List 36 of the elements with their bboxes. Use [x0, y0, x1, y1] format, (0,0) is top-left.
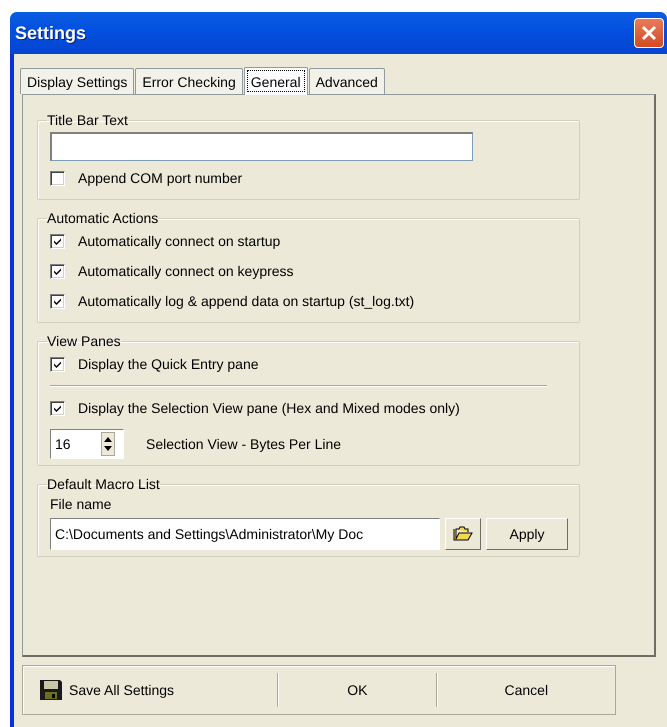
- spinner-label: Selection View - Bytes Per Line: [146, 436, 342, 452]
- folder-icon: [453, 526, 473, 542]
- dialog-button[interactable]: OK: [279, 673, 436, 707]
- group-title: Default Macro List: [47, 476, 160, 492]
- field-label: File name: [50, 496, 112, 512]
- dialog-button[interactable]: Save All Settings: [23, 673, 278, 707]
- file-path-field[interactable]: C:\Documents and Settings\Administrator\My Doc: [50, 518, 440, 550]
- tab[interactable]: Display Settings: [20, 68, 134, 94]
- group-title: Title Bar Text: [47, 112, 128, 128]
- checkbox-label[interactable]: Display the Quick Entry pane: [78, 356, 259, 372]
- checkbox[interactable]: [50, 234, 65, 248]
- checkbox-label[interactable]: Display the Selection View pane (Hex and Mixed modes only): [78, 400, 460, 416]
- checkbox-label[interactable]: Automatically connect on startup: [78, 233, 280, 249]
- text-field[interactable]: [50, 132, 473, 161]
- close-button[interactable]: [634, 18, 664, 48]
- tab[interactable]: General: [244, 67, 308, 95]
- number-spinner[interactable]: 16: [50, 429, 124, 459]
- browse-button[interactable]: [445, 518, 481, 550]
- tab[interactable]: Advanced: [308, 68, 385, 94]
- spin-arrows-icon[interactable]: [101, 432, 115, 456]
- apply-button[interactable]: Apply: [486, 518, 568, 550]
- close-icon: [640, 24, 658, 42]
- checkbox[interactable]: [50, 264, 65, 278]
- dialog-button[interactable]: Cancel: [438, 673, 615, 707]
- checkbox[interactable]: [50, 294, 65, 308]
- checkbox[interactable]: [50, 400, 65, 416]
- checkbox[interactable]: [50, 356, 65, 372]
- checkbox-label[interactable]: Append COM port number: [78, 170, 242, 186]
- window-title: Settings: [15, 22, 86, 44]
- group-title: Automatic Actions: [47, 210, 158, 226]
- checkbox-label[interactable]: Automatically connect on keypress: [78, 263, 294, 279]
- tab[interactable]: Error Checking: [135, 68, 243, 94]
- checkbox-label[interactable]: Automatically log & append data on startup (st_log.txt): [78, 293, 414, 309]
- checkbox[interactable]: [50, 170, 65, 186]
- spinner-value: 16: [55, 436, 72, 452]
- group-title: View Panes: [47, 333, 121, 349]
